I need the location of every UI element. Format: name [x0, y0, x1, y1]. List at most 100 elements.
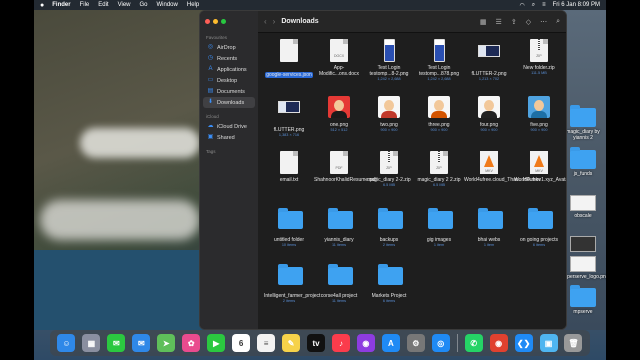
preview-icon[interactable]: ▣ [539, 334, 558, 352]
file-meta: 1,242 × 2,688 [377, 77, 401, 81]
share-icon[interactable]: ⇪ [511, 18, 517, 26]
apple-menu-icon[interactable]: ● [40, 2, 44, 9]
desktop-icon-item[interactable] [563, 236, 603, 252]
file-item[interactable]: MKV World4ufree.cloud_Than...HD.mkv [464, 151, 541, 183]
file-item[interactable]: fLUTTER-2.png 1,213 × 702 [464, 39, 514, 82]
file-item[interactable]: PDF ShahnoorKhalidResume.pdf [314, 151, 377, 183]
file-item[interactable]: ZIP magic_diary 2 2.zip 6.5 MB [414, 151, 464, 188]
search-icon[interactable]: ⌕ [556, 18, 560, 26]
notes-icon[interactable]: ✎ [282, 334, 301, 352]
file-name: App-Modific...ons.docx [318, 65, 360, 77]
menu-item-file[interactable]: File [80, 2, 90, 8]
vscode-icon[interactable]: ❮❯ [514, 334, 533, 352]
desktop-icon-item[interactable]: obscale [563, 195, 603, 219]
sidebar-item-applications[interactable]: A Applications [203, 64, 255, 75]
desktop-icon-item[interactable]: mperserve_logo.png [563, 256, 609, 280]
image-preview-icon [478, 45, 500, 57]
control-center-icon[interactable]: ≡ [542, 2, 546, 8]
file-item[interactable]: bhai webs 1 item [464, 207, 514, 248]
chrome-icon[interactable]: ◉ [489, 334, 508, 352]
system-preferences-icon[interactable]: ⚙ [406, 334, 425, 352]
minimize-button[interactable] [213, 19, 218, 24]
cloud-icon: ☁ [207, 123, 214, 129]
facetime-icon[interactable]: ▶ [207, 334, 226, 352]
file-meta: 6.5 MB [382, 183, 396, 187]
file-item[interactable]: Test Login testomp...878.png 1,242 × 2,68… [414, 39, 464, 82]
file-item[interactable]: google-services.json [264, 39, 314, 81]
safari-icon[interactable]: ◎ [431, 334, 450, 352]
view-grid-icon[interactable]: ▦ [480, 18, 487, 26]
desktop-icon-item[interactable]: magic_diary by yiannis 2 [563, 105, 603, 141]
file-item[interactable]: on going projects 6 items [514, 207, 564, 248]
clock-text[interactable]: Fri 6 Jan 8:09 PM [553, 2, 600, 8]
avatar-image-icon [378, 96, 400, 118]
mail-icon[interactable]: ✉ [132, 334, 151, 352]
file-item[interactable]: email.txt [264, 151, 314, 183]
file-meta: 1,242 × 2,688 [427, 77, 451, 81]
desktop-icon-item[interactable]: js_funds [563, 147, 603, 177]
sidebar-item-documents[interactable]: ▤ Documents [203, 86, 255, 97]
zoom-button[interactable] [221, 19, 226, 24]
back-button[interactable]: ‹ [264, 17, 267, 26]
apple-tv-icon[interactable]: tv [307, 334, 325, 352]
action-icon[interactable]: ⋯ [540, 18, 547, 26]
reminders-icon[interactable]: ≡ [257, 334, 276, 352]
file-thumbnail: MKV [528, 151, 550, 175]
folder-icon [278, 264, 303, 285]
file-item[interactable]: four.png 900 × 900 [464, 95, 514, 133]
file-item[interactable]: backups 2 items [364, 207, 414, 248]
menu-item-go[interactable]: Go [140, 2, 148, 8]
file-item[interactable]: yiannis_diary 11 items [314, 207, 364, 248]
trash-icon[interactable]: 🗑 [564, 334, 583, 352]
file-meta: 6 items [382, 299, 396, 303]
menu-item-help[interactable]: Help [187, 2, 199, 8]
calendar-icon[interactable]: 6 [232, 334, 251, 352]
sidebar-item-recents[interactable]: ◷ Recents [203, 53, 255, 64]
tag-icon[interactable]: ◇ [526, 18, 531, 26]
app-store-icon[interactable]: A [381, 334, 400, 352]
photos-icon[interactable]: ✿ [182, 334, 201, 352]
podcasts-icon[interactable]: ◉ [356, 334, 375, 352]
forward-button[interactable]: › [273, 17, 276, 26]
sidebar-item-airdrop[interactable]: ◎ AirDrop [203, 42, 255, 53]
file-item[interactable]: gig images 1 item [414, 207, 464, 248]
file-item[interactable]: DOCX App-Modific...ons.docx [314, 39, 364, 77]
image-file-icon [570, 256, 596, 272]
music-icon[interactable]: ♪ [331, 334, 350, 352]
wifi-icon[interactable]: ◠ [520, 2, 525, 9]
file-item[interactable]: corse4all project 11 items [314, 263, 364, 304]
finder-icon[interactable]: ☺ [57, 334, 76, 352]
file-item[interactable]: ZIP New folder.zip 111.5 MB [514, 39, 564, 76]
file-item[interactable]: three.png 900 × 900 [414, 95, 464, 133]
sidebar-item-downloads[interactable]: ⬇ Downloads [203, 97, 255, 108]
menu-item-view[interactable]: View [118, 2, 131, 8]
sidebar-item-icloud-drive[interactable]: ☁ iCloud Drive [203, 121, 255, 132]
file-thumbnail [528, 208, 553, 235]
maps-icon[interactable]: ➤ [157, 334, 176, 352]
sidebar-item-desktop[interactable]: ▭ Desktop [203, 75, 255, 86]
desktop-icon-item[interactable]: mpserve [563, 285, 603, 315]
menu-app-name[interactable]: Finder [52, 2, 70, 8]
file-item[interactable]: one.png 512 × 512 [314, 95, 364, 133]
file-item[interactable]: ZIP magic_diary 2-2.zip 6.5 MB [364, 151, 414, 188]
sidebar-item-shared[interactable]: ▣ Shared [203, 132, 255, 143]
file-item[interactable]: Markets Project 6 items [364, 263, 414, 304]
close-button[interactable] [205, 19, 210, 24]
menu-item-edit[interactable]: Edit [98, 2, 108, 8]
file-item[interactable]: five.png 900 × 900 [514, 95, 564, 133]
file-item[interactable]: untitled folder 10 items [264, 207, 314, 248]
file-item[interactable]: Intelligent_farmer_project 2 items [264, 263, 320, 304]
launchpad-icon[interactable]: ▦ [82, 334, 101, 352]
whatsapp-icon[interactable]: ✆ [464, 334, 483, 352]
file-item[interactable]: fLUTTER.png 1,383 × 716 [264, 95, 314, 138]
file-item[interactable]: MKV World4ufree1.xyz_Avatar...EVC.mkv [514, 151, 566, 183]
menu-item-window[interactable]: Window [157, 2, 178, 8]
messages-icon[interactable]: ✉ [107, 334, 126, 352]
folder-icon [378, 208, 403, 229]
file-item[interactable]: Test Login testomp...8-2.png 1,242 × 2,68… [364, 39, 414, 82]
document-icon: ▤ [207, 88, 214, 94]
group-icon[interactable]: ☰ [496, 18, 502, 26]
file-thumbnail: DOCX [328, 39, 350, 63]
search-icon[interactable]: ⌕ [532, 2, 535, 9]
file-item[interactable]: two.png 900 × 900 [364, 95, 414, 133]
